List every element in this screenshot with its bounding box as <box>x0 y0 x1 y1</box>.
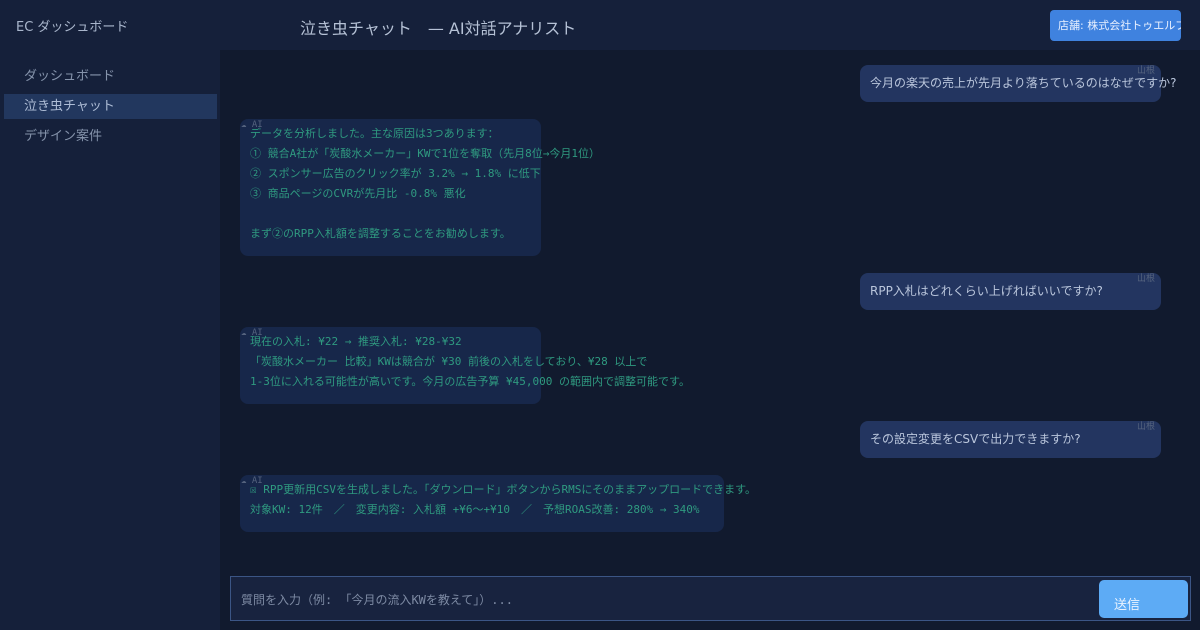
message-line: 現在の入札: ¥22 → 推奨入札: ¥28-¥32 <box>250 335 462 348</box>
user-name-tag: 山根 <box>1136 66 1155 76</box>
sidebar-item-dashboard[interactable]: ダッシュボード <box>4 64 217 89</box>
ai-message: ☁ AI ☒ RPP更新用CSVを生成しました。「ダウンロード」ボタンからRMS… <box>240 475 757 532</box>
user-name-tag: 山根 <box>1136 274 1155 284</box>
page-title: 泣き虫チャット — AI対話アナリスト <box>300 19 577 38</box>
user-name-tag: 山根 <box>1136 422 1155 432</box>
message-text: その設定変更をCSVで出力できますか? <box>870 432 1081 446</box>
message-line: 1-3位に入れる可能性が高いです。今月の広告予算 ¥45,000 の範囲内で調整… <box>250 375 690 388</box>
ai-tag: ☁ AI <box>241 476 263 486</box>
message-line: ① 競合A社が「炭酸水メーカー」KWで1位を奪取（先月8位→今月1位） <box>250 147 600 160</box>
store-badge[interactable]: 店舗: 株式会社トゥエルブ <box>1050 10 1181 41</box>
message-line: データを分析しました。主な原因は3つあります： <box>250 127 499 140</box>
composer: 送信 <box>230 576 1191 621</box>
user-message: 山根 今月の楽天の売上が先月より落ちているのはなぜですか? <box>860 65 1177 102</box>
message-line: ③ 商品ページのCVRが先月比 -0.8% 悪化 <box>250 187 466 200</box>
message-line: ☒ RPP更新用CSVを生成しました。「ダウンロード」ボタンからRMSにそのまま… <box>250 483 757 496</box>
header: 泣き虫チャット — AI対話アナリスト 店舗: 株式会社トゥエルブ <box>220 0 1200 50</box>
message-text: 今月の楽天の売上が先月より落ちているのはなぜですか? <box>870 76 1177 90</box>
sidebar-item-crybaby-chat[interactable]: 泣き虫チャット <box>4 94 217 119</box>
message-text: RPP入札はどれくらい上げればいいですか? <box>870 284 1103 298</box>
user-message: 山根 その設定変更をCSVで出力できますか? <box>860 421 1161 458</box>
message-line: まず②のRPP入札額を調整することをお勧めします。 <box>250 227 511 240</box>
sidebar-nav: ダッシュボード 泣き虫チャット デザイン案件 <box>4 64 217 154</box>
sidebar-item-design-projects[interactable]: デザイン案件 <box>4 124 217 149</box>
ai-message: ☁ AI 現在の入札: ¥22 → 推奨入札: ¥28-¥32 「炭酸水メーカー… <box>240 327 690 404</box>
ai-tag: ☁ AI <box>241 120 263 130</box>
message-line: 対象KW: 12件 ／ 変更内容: 入札額 +¥6〜+¥10 ／ 予想ROAS改… <box>250 503 700 516</box>
chat-thread: 山根 今月の楽天の売上が先月より落ちているのはなぜですか? ☁ AI データを分… <box>220 50 1200 570</box>
ai-tag: ☁ AI <box>241 328 263 338</box>
question-input[interactable] <box>239 589 1089 611</box>
message-line: 「炭酸水メーカー 比較」KWは競合が ¥30 前後の入札をしており、¥28 以上… <box>250 355 648 368</box>
message-line <box>250 204 531 224</box>
ai-message: ☁ AI データを分析しました。主な原因は3つあります： ① 競合A社が「炭酸水… <box>240 119 600 256</box>
app-brand: EC ダッシュボード <box>16 20 129 35</box>
send-button[interactable]: 送信 <box>1099 580 1188 618</box>
message-line: ② スポンサー広告のクリック率が 3.2% → 1.8% に低下 <box>250 167 541 180</box>
user-message: 山根 RPP入札はどれくらい上げればいいですか? <box>860 273 1161 310</box>
sidebar: EC ダッシュボード ダッシュボード 泣き虫チャット デザイン案件 <box>0 0 220 630</box>
